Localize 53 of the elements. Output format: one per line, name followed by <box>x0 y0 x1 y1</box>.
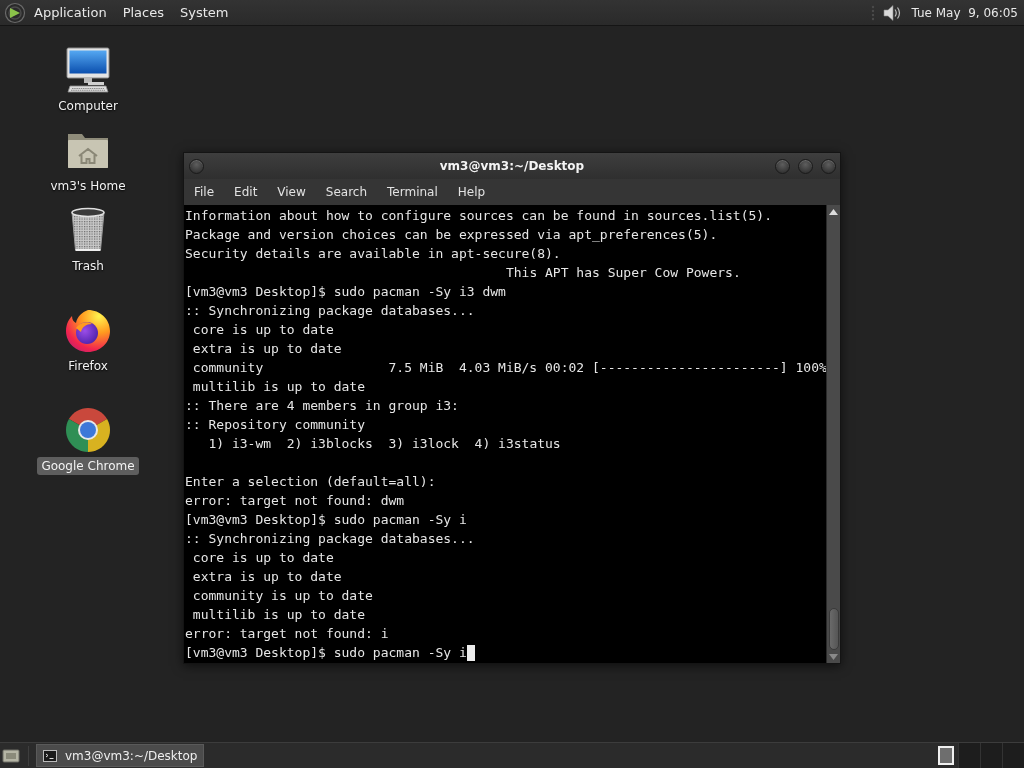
menu-item[interactable]: Application <box>26 0 115 25</box>
terminal-line: :: Synchronizing package databases... <box>185 530 475 548</box>
desktop-icon-label[interactable]: Google Chrome <box>37 457 139 475</box>
terminal-line: community 7.5 MiB 4.03 MiB/s 00:02 [-----------------------] 100% <box>192 359 826 377</box>
desktop-icon-label[interactable]: Computer <box>54 97 122 115</box>
scroll-down-icon[interactable] <box>829 654 838 660</box>
menu-item[interactable]: Search <box>315 181 378 203</box>
terminal-line: [vm3@vm3 Desktop]$ sudo pacman -Sy i <box>185 511 467 529</box>
show-desktop-icon[interactable] <box>2 747 20 764</box>
menu-item[interactable]: File <box>184 181 225 203</box>
menu-item[interactable]: Edit <box>224 181 268 203</box>
terminal-line: [vm3@vm3 Desktop]$ sudo pacman -Sy i3 dwm <box>185 283 506 301</box>
terminal-line: community is up to date <box>192 587 373 605</box>
desktop-icon-label[interactable]: vm3's Home <box>46 177 130 195</box>
terminal-line: 1) i3-wm 2) i3blocks 3) i3lock 4) i3status <box>208 435 561 453</box>
terminal-line: multilib is up to date <box>192 378 365 396</box>
terminal-line: :: Synchronizing package databases... <box>185 302 475 320</box>
scroll-thumb[interactable] <box>828 608 839 650</box>
terminal-line: extra is up to date <box>192 568 342 586</box>
terminal-line: :: There are 4 members in group i3: <box>185 397 459 415</box>
terminal-line: multilib is up to date <box>192 606 365 624</box>
terminal-line: Security details are available in apt-secure(8). <box>185 245 561 263</box>
scrollbar[interactable] <box>826 205 840 663</box>
terminal-line: extra is up to date <box>192 340 342 358</box>
terminal-line: error: target not found: i <box>185 625 389 643</box>
terminal-line: core is up to date <box>192 321 334 339</box>
menu-item[interactable]: System <box>172 0 237 25</box>
menu-item[interactable]: Places <box>114 0 172 25</box>
terminal-line: Enter a selection (default=all): <box>185 473 436 491</box>
desktop-icon-label[interactable]: Firefox <box>64 357 112 375</box>
browser-logo-icon[interactable] <box>64 406 112 454</box>
logo-icon[interactable] <box>4 1 26 24</box>
terminal-line: Package and version choices can be expressed via apt_preferences(5). <box>185 226 718 244</box>
terminal-line: :: Repository community <box>185 416 365 434</box>
desktop-icon-label[interactable]: Trash <box>68 257 108 275</box>
terminal-line: [vm3@vm3 Desktop]$ sudo pacman -Sy i <box>185 644 467 662</box>
menu-item[interactable]: Help <box>447 181 496 203</box>
terminal-line: error: target not found: dwm <box>185 492 405 510</box>
terminal-line: Information about how to configure sources can be found in sources.list(5). <box>185 207 772 225</box>
speaker-icon[interactable] <box>881 2 902 23</box>
terminal-line: This APT has Super Cow Powers. <box>505 264 741 282</box>
close-button[interactable] <box>821 158 836 174</box>
taskbar-button[interactable]: vm3@vm3:~/Desktop <box>36 744 205 767</box>
maximize-button[interactable] <box>798 158 813 174</box>
menu-item[interactable]: Terminal <box>377 181 448 203</box>
menu-item[interactable]: View <box>267 181 316 203</box>
scroll-up-icon[interactable] <box>829 209 838 215</box>
monitor-icon[interactable] <box>64 46 112 94</box>
terminal-icon <box>43 749 57 762</box>
drag-handle-icon <box>871 3 876 22</box>
terminal-line: core is up to date <box>192 549 334 567</box>
clock-text[interactable]: Tue May 9, 06:05 <box>901 5 1024 20</box>
window-title: vm3@vm3:~/Desktop <box>439 159 585 173</box>
